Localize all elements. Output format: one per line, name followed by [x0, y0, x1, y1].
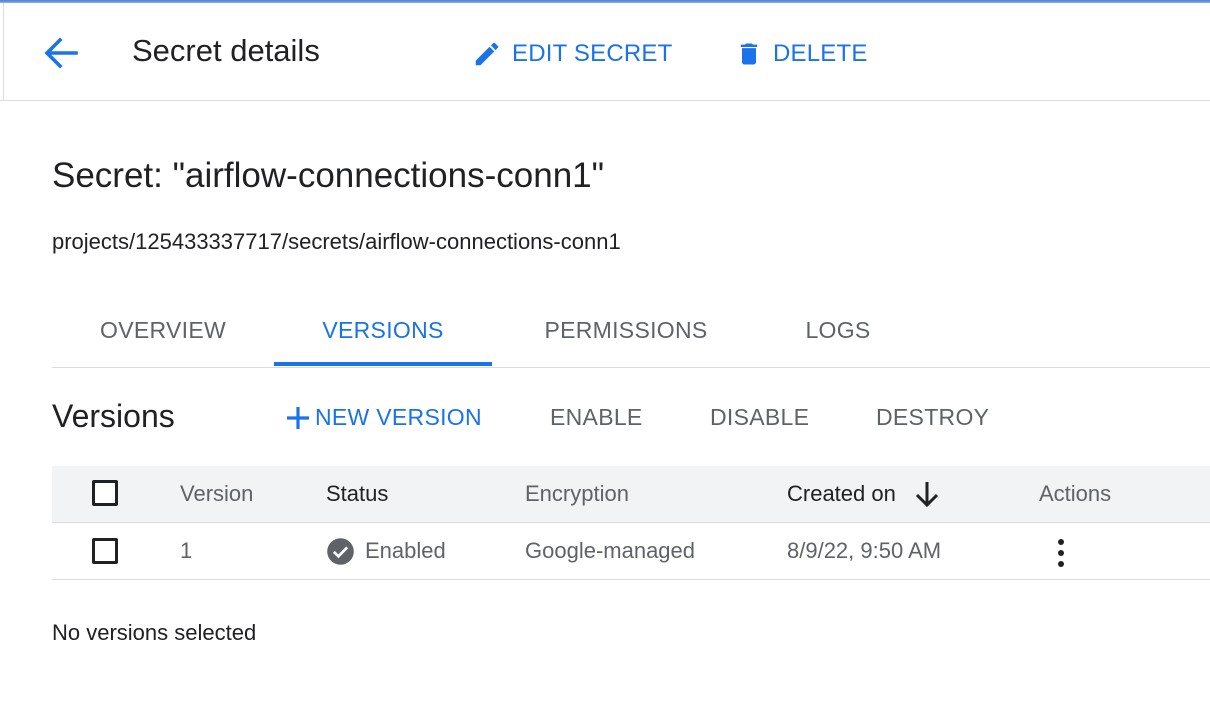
disable-button[interactable]: DISABLE	[710, 404, 809, 431]
arrow-back-icon	[44, 37, 78, 69]
active-tab-indicator	[274, 362, 492, 366]
column-header-version[interactable]: Version	[180, 466, 253, 522]
tab-overview[interactable]: OVERVIEW	[52, 300, 274, 366]
encryption-value: Google-managed	[525, 538, 696, 563]
column-header-encryption[interactable]: Encryption	[525, 466, 629, 522]
arrow-down-icon	[915, 482, 938, 508]
pencil-icon	[475, 42, 499, 66]
back-button[interactable]	[40, 35, 80, 71]
more-vert-icon	[1058, 539, 1064, 567]
column-header-actions: Actions	[1039, 481, 1112, 506]
row-actions-menu-button[interactable]	[1049, 537, 1073, 569]
edit-secret-button[interactable]: EDIT SECRET	[472, 37, 672, 71]
new-version-button[interactable]: NEW VERSION	[285, 404, 482, 431]
page-title: Secret details	[132, 33, 320, 68]
secret-resource-path: projects/125433337717/secrets/airflow-co…	[52, 229, 621, 254]
trash-icon	[740, 43, 758, 65]
new-version-label: NEW VERSION	[315, 404, 482, 430]
tab-versions[interactable]: VERSIONS	[274, 300, 492, 366]
created-on-value: 8/9/22, 9:50 AM	[787, 538, 942, 563]
edit-secret-label: EDIT SECRET	[512, 40, 673, 67]
version-number: 1	[180, 538, 193, 563]
row-checkbox[interactable]	[92, 538, 118, 564]
destroy-button[interactable]: DESTROY	[876, 404, 989, 431]
select-all-checkbox[interactable]	[92, 480, 118, 506]
status-cell: Enabled	[326, 523, 446, 579]
versions-table: Version Status Encryption Created on Act…	[52, 466, 1210, 580]
check-circle-icon	[327, 537, 354, 565]
delete-button[interactable]: DELETE	[735, 37, 868, 71]
versions-heading: Versions	[52, 398, 175, 434]
plus-icon	[287, 406, 309, 429]
created-on-label: Created on	[787, 481, 896, 506]
table-row[interactable]: 1 Enabled Google-managed 8/9/22, 9:50 AM	[52, 523, 1210, 580]
secret-name-heading: Secret: "airflow-connections-conn1"	[52, 156, 605, 195]
column-header-created-on[interactable]: Created on	[787, 466, 940, 522]
panel-left-border	[3, 3, 4, 101]
tab-bar: OVERVIEW VERSIONS PERMISSIONS LOGS	[52, 300, 1210, 368]
enable-button[interactable]: ENABLE	[550, 404, 643, 431]
table-header-row: Version Status Encryption Created on Act…	[52, 466, 1210, 523]
tab-permissions[interactable]: PERMISSIONS	[522, 300, 730, 366]
tab-logs[interactable]: LOGS	[772, 300, 904, 366]
delete-label: DELETE	[773, 40, 868, 67]
page-header: Secret details EDIT SECRET DELETE	[0, 3, 1210, 101]
selection-status: No versions selected	[52, 620, 257, 645]
status-text: Enabled	[365, 538, 446, 563]
column-header-status[interactable]: Status	[326, 466, 388, 522]
